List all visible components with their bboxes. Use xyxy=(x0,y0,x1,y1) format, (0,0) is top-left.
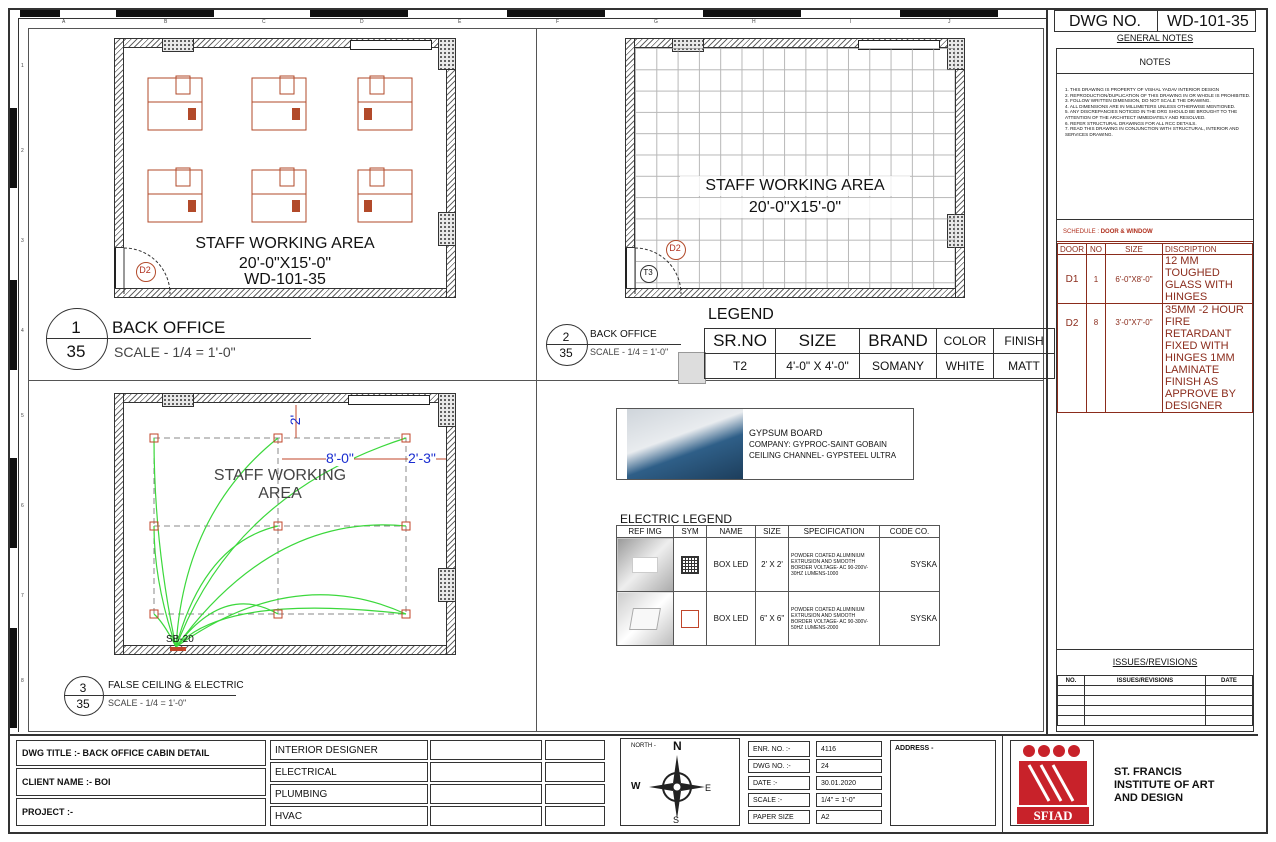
box-led-6x6-symbol xyxy=(681,609,699,628)
drawing-number: 3 xyxy=(79,681,87,695)
institute-name: ST. FRANCIS INSTITUTE OF ART AND DESIGN xyxy=(1114,766,1215,804)
switch-board-tag: SB-20 xyxy=(166,634,194,645)
room-name: STAFF WORKING AREA xyxy=(195,235,375,252)
drawing-scale: SCALE - 1/4 = 1'-0" xyxy=(108,698,187,708)
room-dim: 20'-0"X15'-0" xyxy=(680,198,910,218)
general-notes-title: GENERAL NOTES xyxy=(1116,33,1194,43)
project-field: PROJECT :- xyxy=(16,798,266,826)
paper-size-label: PAPER SIZE xyxy=(748,810,810,824)
gypsum-board-legend: GYPSUM BOARD COMPANY: GYPROC-SAINT GOBAI… xyxy=(616,408,914,480)
dim-2ft3: 2'-3" xyxy=(408,450,436,466)
scale-sheet: 35 xyxy=(66,342,86,361)
issues-title: ISSUES/REVISIONS xyxy=(1112,657,1198,667)
room-ref: WD-101-35 xyxy=(244,271,326,288)
sfiad-logo: SFIAD xyxy=(1010,740,1094,826)
gypsum-line-2: COMPANY: GYPROC-SAINT GOBAIN xyxy=(749,440,887,449)
discipline-plumbing: PLUMBING xyxy=(270,784,428,804)
gypsum-line-3: CEILING CHANNEL- GYPSTEEL ULTRA xyxy=(749,451,897,460)
room-name-2: AREA xyxy=(258,485,302,502)
sign-box-2 xyxy=(430,762,542,782)
column-labels: A B C D E F G H I J xyxy=(62,19,951,25)
dwg-no-label: DWG NO. xyxy=(1069,13,1141,30)
ceiling-electrical-layout xyxy=(149,405,446,651)
dwg-number-box: DWG NO. WD-101-35 xyxy=(1054,10,1256,32)
compass-n: N xyxy=(673,739,682,753)
enr-no-label: ENR. NO. :- xyxy=(748,741,810,757)
drawing-scale: SCALE - 1/4 = 1'-0" xyxy=(114,344,236,360)
scale-sheet: 35 xyxy=(559,346,573,360)
room-name: STAFF WORKING AREA xyxy=(680,176,910,196)
drawing-title-field: DWG TITLE :- BACK OFFICE CABIN DETAIL xyxy=(16,740,266,766)
enr-no-value: 4116 xyxy=(816,741,882,757)
gypsum-line-1: GYPSUM BOARD xyxy=(749,428,823,438)
notes-title: NOTES xyxy=(1139,57,1171,67)
drawing-title: BACK OFFICE xyxy=(590,329,657,340)
notes-panel: NOTES 1. THIS DRAWING IS PROPERTY OF VIS… xyxy=(1056,48,1254,732)
drawing-number: 1 xyxy=(71,318,81,337)
compass-s: S xyxy=(673,815,680,825)
drawing-title: FALSE CEILING & ELECTRIC xyxy=(108,680,244,691)
legend-title: LEGEND xyxy=(708,306,774,323)
discipline-hvac: HVAC xyxy=(270,806,428,826)
dim-8ft: 8'-0" xyxy=(326,450,354,466)
drawing-title: BACK OFFICE xyxy=(112,318,226,337)
dwg-no-field-label: DWG NO. :- xyxy=(748,759,810,773)
issues-table: NO. ISSUES/REVISIONS DATE xyxy=(1057,675,1253,726)
electric-legend-title: ELECTRIC LEGEND xyxy=(620,512,733,526)
client-name-field: CLIENT NAME :- BOI xyxy=(16,768,266,796)
sign-box-3 xyxy=(430,784,542,804)
paper-size-value: A2 xyxy=(816,810,882,824)
room-name-1: STAFF WORKING xyxy=(213,467,347,484)
north-compass: NORTH - N S W E xyxy=(620,738,740,826)
ceiling-photo xyxy=(627,409,743,479)
date-box-1 xyxy=(545,740,605,760)
discipline-electrical: ELECTRICAL xyxy=(270,762,428,782)
scale-sheet: 35 xyxy=(76,697,90,711)
date-label: DATE :- xyxy=(748,776,810,790)
door-tag-d2: D2 xyxy=(669,243,681,253)
tile-tag-t3: T3 xyxy=(643,268,653,277)
drawing-number: 2 xyxy=(562,330,570,344)
date-box-3 xyxy=(545,784,605,804)
drawing-scale: SCALE - 1/4 = 1'-0" xyxy=(590,347,669,357)
compass-w: W xyxy=(631,781,641,792)
scale-label: SCALE :- xyxy=(748,793,810,807)
dim-2ft: 2' xyxy=(287,414,304,426)
date-box-2 xyxy=(545,762,605,782)
top-ruler xyxy=(10,10,1046,19)
sign-box-1 xyxy=(430,740,542,760)
schedule-heading: SCHEDULE : DOOR & WINDOW xyxy=(1063,229,1153,235)
scale-value: 1/4" = 1'-0" xyxy=(816,793,882,807)
date-box-4 xyxy=(545,806,605,826)
tile-swatch xyxy=(678,352,706,384)
discipline-interior: INTERIOR DESIGNER xyxy=(270,740,428,760)
address-box: ADDRESS - xyxy=(890,740,996,826)
notes-list: 1. THIS DRAWING IS PROPERTY OF VISHAL YA… xyxy=(1065,87,1251,137)
compass-e: E xyxy=(705,783,712,793)
logo-text: SFIAD xyxy=(1033,808,1073,823)
electric-legend-table: REF IMG SYM NAME SIZE SPECIFICATION CODE… xyxy=(616,525,940,646)
left-ruler xyxy=(10,18,19,732)
door-tag-d2: D2 xyxy=(139,265,151,275)
legend-table: SR.NO SIZE BRAND COLOR FINISH T2 4'-0" X… xyxy=(704,328,1055,379)
date-value: 30.01.2020 xyxy=(816,776,882,790)
address-label: ADDRESS - xyxy=(895,745,934,752)
dwg-no-field-value: 24 xyxy=(816,759,882,773)
door-window-schedule: DOOR NO SIZE DISCRIPTION D1 1 6'-0"X8'-0… xyxy=(1057,243,1253,413)
dwg-no-value: WD-101-35 xyxy=(1167,13,1249,30)
box-led-2x2-symbol xyxy=(681,555,699,574)
sign-box-4 xyxy=(430,806,542,826)
